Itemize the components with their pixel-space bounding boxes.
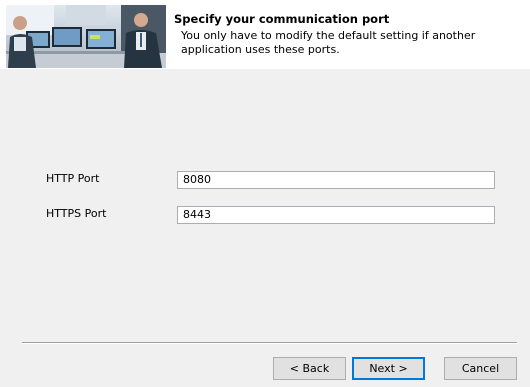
https-port-label: HTTPS Port: [46, 207, 107, 220]
banner-photo-icon: [6, 5, 166, 68]
http-port-input[interactable]: [177, 171, 495, 189]
page-description: You only have to modify the default sett…: [181, 29, 476, 56]
back-button[interactable]: < Back: [273, 357, 346, 380]
header-text: Specify your communication port You only…: [174, 12, 524, 57]
next-button[interactable]: Next >: [352, 357, 425, 380]
cancel-button[interactable]: Cancel: [444, 357, 517, 380]
header-divider: [0, 68, 530, 69]
page-title: Specify your communication port: [174, 12, 390, 26]
wizard-header: Specify your communication port You only…: [0, 0, 530, 68]
banner-image: [6, 5, 166, 68]
footer-divider-highlight: [22, 343, 517, 344]
https-port-input[interactable]: [177, 206, 495, 224]
http-port-label: HTTP Port: [46, 172, 100, 185]
